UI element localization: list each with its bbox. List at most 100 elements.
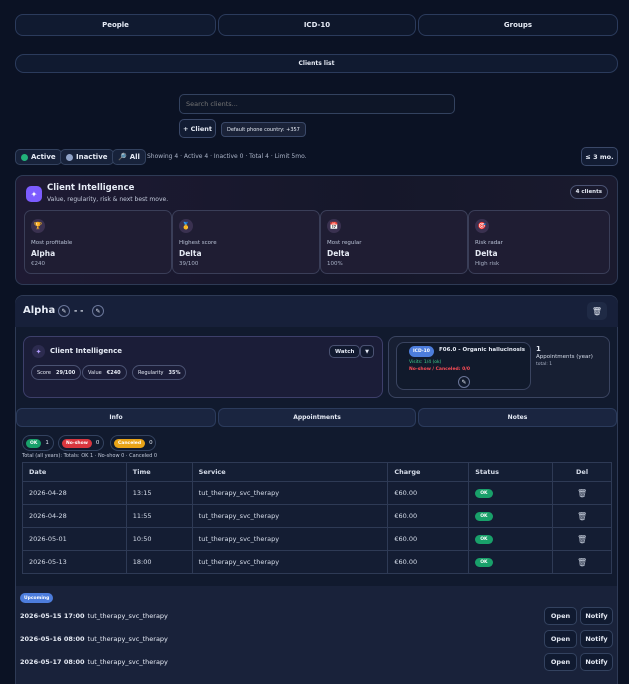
client-header xyxy=(15,296,618,327)
ok-count: 1 xyxy=(45,440,49,446)
value-label: Value xyxy=(88,369,102,376)
active-dot-icon xyxy=(21,153,28,161)
tab-people[interactable]: People xyxy=(15,14,216,36)
filter-active-label: Active xyxy=(31,153,56,161)
card-label: Risk radar xyxy=(475,240,503,246)
tab-clients-list[interactable]: Clients list xyxy=(15,54,618,73)
icd-diagnosis: F06.0 - Organic hallucinosis xyxy=(439,347,526,353)
add-client-button[interactable]: + Client xyxy=(179,119,216,138)
notify-button[interactable]: Notify xyxy=(580,653,613,671)
card-sub: High risk xyxy=(475,261,500,267)
clients-count-badge: 4 clients xyxy=(569,185,608,199)
open-button[interactable]: Open xyxy=(544,653,577,671)
cell-charge: €60.00 xyxy=(387,527,470,551)
filter-inactive-label: Inactive xyxy=(76,153,108,161)
open-button[interactable]: Open xyxy=(544,630,577,648)
watch-button[interactable]: Watch xyxy=(329,345,361,358)
upcoming-service: tut_therapy_svc_therapy xyxy=(87,658,168,666)
delete-client-icon[interactable]: 🗑 xyxy=(587,302,607,320)
tab-groups[interactable]: Groups xyxy=(418,14,618,36)
cell-service: tut_therapy_svc_therapy xyxy=(191,527,389,551)
client-intel-title: Client Intelligence xyxy=(50,347,122,355)
status-badge[interactable]: OK xyxy=(475,489,493,498)
range-button[interactable]: ≤ 3 mo. xyxy=(581,147,618,166)
phone-country-chip[interactable]: Default phone country: +357 xyxy=(221,122,306,137)
client-dash: - - xyxy=(74,306,84,315)
intel-title: Client Intelligence xyxy=(47,183,135,193)
icd-badge: ICD-10 xyxy=(409,346,434,357)
search-input[interactable] xyxy=(179,94,455,114)
cell-del: 🗑 xyxy=(552,527,612,551)
noshow-count-chip[interactable]: No-show 0 xyxy=(58,435,104,451)
tab-info[interactable]: Info xyxy=(16,408,216,427)
trash-icon[interactable]: 🗑 xyxy=(577,489,587,498)
trash-icon[interactable]: 🗑 xyxy=(577,535,587,544)
appointments-table: Date Time Service Charge Status Del 2026… xyxy=(22,462,612,574)
status-badge[interactable]: OK xyxy=(475,535,493,544)
highest-score-card[interactable]: 🥇 Highest score Delta 39/100 xyxy=(172,210,320,274)
canceled-badge: Canceled xyxy=(114,438,146,448)
col-time[interactable]: Time xyxy=(125,462,193,482)
card-label: Most profitable xyxy=(31,240,73,246)
tab-icd10[interactable]: ICD-10 xyxy=(218,14,416,36)
card-value: Delta xyxy=(475,249,498,258)
trash-icon[interactable]: 🗑 xyxy=(577,558,587,567)
canceled-count-chip[interactable]: Canceled 0 xyxy=(110,435,156,451)
cell-charge: €60.00 xyxy=(387,481,470,505)
cell-status: OK xyxy=(468,550,554,574)
cell-charge: €60.00 xyxy=(387,550,470,574)
card-value: Delta xyxy=(327,249,350,258)
most-regular-card[interactable]: 📅 Most regular Delta 100% xyxy=(320,210,468,274)
noshow-text: No-show / Canceled: 0/0 xyxy=(409,367,470,372)
cell-date: 2026-05-01 xyxy=(22,527,127,551)
visits-text: Visits: 1/4 (ok) xyxy=(409,360,442,365)
card-sub: €240 xyxy=(31,261,45,267)
upcoming-item: 2026-05-16 08:00 tut_therapy_svc_therapy xyxy=(20,635,168,643)
cell-del: 🗑 xyxy=(552,481,612,505)
filter-all-button[interactable]: 🔎 All xyxy=(112,149,146,165)
col-service[interactable]: Service xyxy=(191,462,389,482)
cell-service: tut_therapy_svc_therapy xyxy=(191,481,389,505)
filter-summary: Showing 4 · Active 4 · Inactive 0 · Tota… xyxy=(147,153,307,160)
edit-icd-icon[interactable]: ✎ xyxy=(458,376,470,388)
col-date[interactable]: Date xyxy=(22,462,127,482)
open-button[interactable]: Open xyxy=(544,607,577,625)
filter-active-button[interactable]: Active xyxy=(15,149,62,165)
upcoming-item: 2026-05-15 17:00 tut_therapy_svc_therapy xyxy=(20,612,168,620)
tab-notes[interactable]: Notes xyxy=(418,408,617,427)
cell-status: OK xyxy=(468,481,554,505)
regularity-label: Regularity xyxy=(138,369,164,376)
col-status[interactable]: Status xyxy=(468,462,554,482)
filter-inactive-button[interactable]: Inactive xyxy=(60,149,114,165)
score-chip: Score 29/100 xyxy=(31,365,82,380)
status-badge[interactable]: OK xyxy=(475,558,493,567)
value-value: €240 xyxy=(106,369,121,376)
cell-del: 🗑 xyxy=(552,550,612,574)
medal-icon: 🥇 xyxy=(179,219,193,233)
tab-appointments[interactable]: Appointments xyxy=(218,408,416,427)
trash-icon[interactable]: 🗑 xyxy=(577,512,587,521)
cell-time: 10:50 xyxy=(125,527,193,551)
chevron-down-icon[interactable]: ▼ xyxy=(360,345,374,358)
edit-name-icon[interactable]: ✎ xyxy=(58,305,70,317)
ok-count-chip[interactable]: OK 1 xyxy=(22,435,54,451)
card-label: Most regular xyxy=(327,240,362,246)
card-value: Alpha xyxy=(31,249,56,258)
upcoming-when: 2026-05-16 08:00 xyxy=(20,635,85,643)
cell-status: OK xyxy=(468,504,554,528)
notify-button[interactable]: Notify xyxy=(580,630,613,648)
card-label: Highest score xyxy=(179,240,217,246)
card-sub: 39/100 xyxy=(179,261,199,267)
col-charge[interactable]: Charge xyxy=(387,462,470,482)
sparkle-icon: ✦ xyxy=(26,186,42,202)
status-badge[interactable]: OK xyxy=(475,512,493,521)
risk-radar-card[interactable]: 🎯 Risk radar Delta High risk xyxy=(468,210,610,274)
most-profitable-card[interactable]: 🏆 Most profitable Alpha €240 xyxy=(24,210,172,274)
cell-status: OK xyxy=(468,527,554,551)
cell-service: tut_therapy_svc_therapy xyxy=(191,504,389,528)
sparkle-icon: ✦ xyxy=(32,345,45,358)
edit-details-icon[interactable]: ✎ xyxy=(92,305,104,317)
cell-date: 2026-04-28 xyxy=(22,481,127,505)
notify-button[interactable]: Notify xyxy=(580,607,613,625)
col-del: Del xyxy=(552,462,612,482)
